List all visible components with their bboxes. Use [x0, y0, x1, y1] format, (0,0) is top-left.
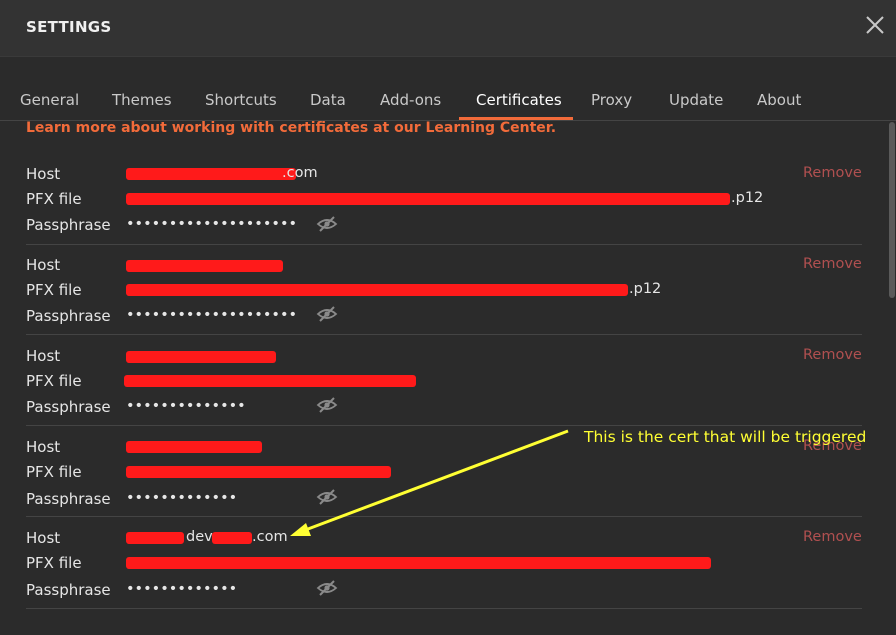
eye-slash-icon[interactable] [316, 396, 338, 414]
remove-button[interactable]: Remove [803, 347, 862, 363]
tab-themes[interactable]: Themes [112, 86, 172, 120]
pfx-value: .p12 [731, 190, 764, 206]
divider [26, 425, 862, 426]
learning-center-link[interactable]: Learn more about working with certificat… [26, 120, 556, 136]
passphrase-label: Passphrase [26, 216, 111, 234]
tab-update[interactable]: Update [669, 86, 723, 120]
window-title: SETTINGS [26, 18, 112, 36]
pfx-label: PFX file [26, 190, 82, 208]
tab-data[interactable]: Data [310, 86, 346, 120]
passphrase-value: •••••••••••••••••••• [126, 216, 298, 232]
remove-button[interactable]: Remove [803, 529, 862, 545]
redaction-mark [126, 260, 283, 272]
scrollbar-thumb[interactable] [889, 122, 895, 298]
redaction-mark [126, 466, 391, 478]
certificate-entry: Host Remove PFX file .p12 Passphrase •••… [0, 245, 870, 335]
redaction-mark [212, 532, 252, 544]
eye-slash-icon[interactable] [316, 579, 338, 597]
tab-general[interactable]: General [20, 86, 79, 120]
pfx-label: PFX file [26, 463, 82, 481]
redaction-mark [126, 351, 276, 363]
eye-slash-icon[interactable] [316, 215, 338, 233]
tab-proxy[interactable]: Proxy [591, 86, 632, 120]
certificate-entry: Host Remove PFX file Passphrase ••••••••… [0, 336, 870, 426]
settings-tabs: General Themes Shortcuts Data Add-ons Ce… [0, 86, 896, 121]
pfx-label: PFX file [26, 281, 82, 299]
tab-certificates[interactable]: Certificates [476, 86, 562, 120]
eye-slash-icon[interactable] [316, 305, 338, 323]
scrollbar[interactable] [888, 122, 896, 635]
pfx-value: .p12 [629, 281, 662, 297]
host-suffix: .com [252, 529, 288, 545]
divider [26, 334, 862, 335]
tab-shortcuts[interactable]: Shortcuts [205, 86, 277, 120]
pfx-label: PFX file [26, 372, 82, 390]
passphrase-label: Passphrase [26, 307, 111, 325]
host-label: Host [26, 256, 61, 274]
redaction-mark [126, 557, 711, 569]
tab-add-ons[interactable]: Add-ons [380, 86, 441, 120]
certificate-entry: Host dev. .com Remove PFX file Passphras… [0, 519, 870, 609]
tab-about[interactable]: About [757, 86, 801, 120]
redaction-mark [126, 532, 184, 544]
redaction-mark [124, 375, 416, 387]
passphrase-value: •••••••••••••• [126, 398, 246, 414]
host-label: Host [26, 165, 61, 183]
title-bar: SETTINGS [0, 0, 896, 57]
passphrase-value: ••••••••••••• [126, 490, 238, 506]
divider [26, 608, 862, 609]
passphrase-label: Passphrase [26, 398, 111, 416]
redaction-mark [126, 168, 296, 180]
passphrase-value: •••••••••••••••••••• [126, 307, 298, 323]
host-value: .com [282, 165, 318, 181]
redaction-mark [126, 284, 628, 296]
divider [26, 516, 862, 517]
host-label: Host [26, 438, 61, 456]
remove-button[interactable]: Remove [803, 256, 862, 272]
passphrase-label: Passphrase [26, 581, 111, 599]
redaction-mark [126, 193, 730, 205]
redaction-mark [126, 441, 262, 453]
passphrase-label: Passphrase [26, 490, 111, 508]
pfx-label: PFX file [26, 554, 82, 572]
annotation-text: This is the cert that will be triggered [584, 428, 867, 446]
certificate-entry: Host .com Remove PFX file .p12 Passphras… [0, 155, 870, 245]
close-icon[interactable] [864, 14, 886, 36]
eye-slash-icon[interactable] [316, 488, 338, 506]
host-label: Host [26, 529, 61, 547]
host-label: Host [26, 347, 61, 365]
remove-button[interactable]: Remove [803, 165, 862, 181]
passphrase-value: ••••••••••••• [126, 581, 238, 597]
